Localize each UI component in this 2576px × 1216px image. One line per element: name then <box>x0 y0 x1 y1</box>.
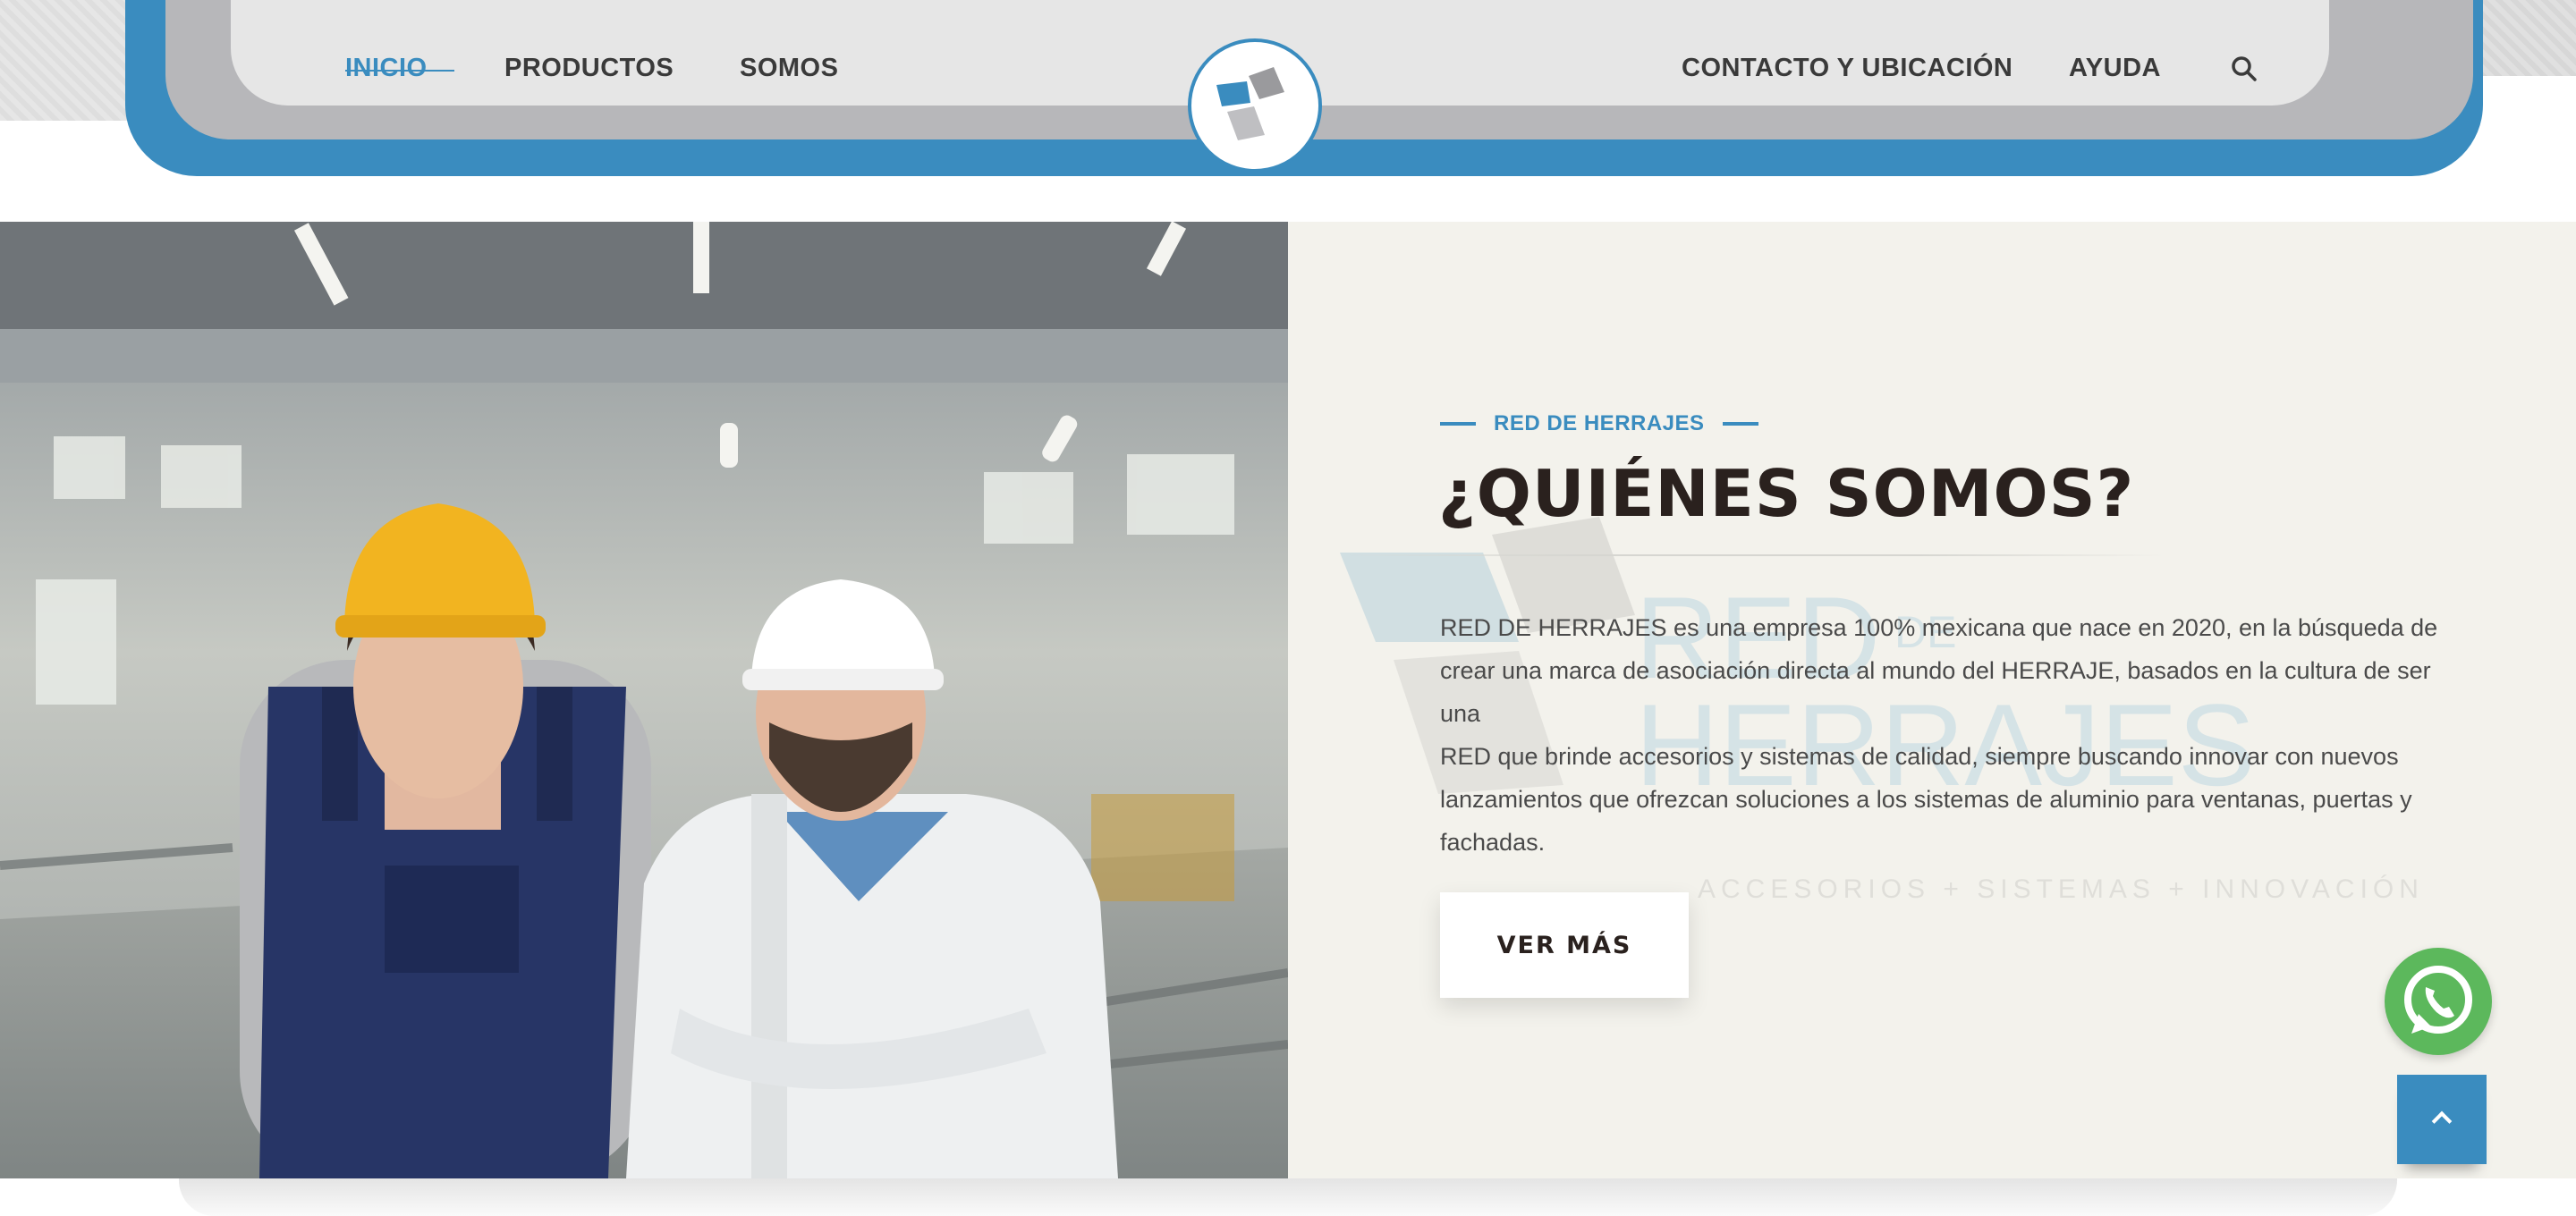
nav-item-inicio[interactable]: INICIO <box>345 54 454 83</box>
nav-item-ayuda[interactable]: AYUDA <box>2069 54 2161 83</box>
workers-photo <box>0 222 1288 1178</box>
active-underline <box>345 70 454 72</box>
section-eyebrow: RED DE HERRAJES <box>1440 411 1758 436</box>
watermark-tagline: ACCESORIOS + SISTEMAS + INNOVACIÓN <box>1698 874 2424 904</box>
nav-item-productos[interactable]: PRODUCTOS <box>504 54 674 83</box>
ver-mas-button[interactable]: VER MÁS <box>1440 892 1689 998</box>
section-title: ¿QUIÉNES SOMOS? <box>1438 456 2135 531</box>
red-de-herrajes-logo-icon <box>1216 67 1284 140</box>
nav-item-somos[interactable]: SOMOS <box>740 54 838 83</box>
whatsapp-icon <box>2404 966 2472 1034</box>
nav-item-label: INICIO <box>345 54 428 82</box>
search-icon[interactable] <box>2231 55 2258 82</box>
eyebrow-dash-right <box>1722 422 1758 426</box>
logo[interactable] <box>1188 38 1322 173</box>
next-section-shadow <box>179 1178 2397 1216</box>
nav-item-contacto[interactable]: CONTACTO Y UBICACIÓN <box>1682 54 2012 83</box>
next-section-edge <box>0 1178 2576 1216</box>
eyebrow-dash-left <box>1440 422 1476 426</box>
scroll-to-top-button[interactable] <box>2397 1075 2487 1164</box>
about-paragraph-2: RED que brinde accesorios y sistemas de … <box>1440 743 2412 856</box>
site-header: INICIO PRODUCTOS SOMOS CONTACTO Y UBICAC… <box>0 0 2576 222</box>
title-divider <box>1342 554 2165 556</box>
chevron-up-icon <box>2431 1110 2453 1132</box>
about-paragraph-1: RED DE HERRAJES es una empresa 100% mexi… <box>1440 614 2438 727</box>
about-content-panel: RED DE HERRAJES ACCESORIOS + SISTEMAS + … <box>1288 222 2576 1178</box>
eyebrow-label: RED DE HERRAJES <box>1494 411 1705 435</box>
about-section: RED DE HERRAJES ACCESORIOS + SISTEMAS + … <box>0 222 2576 1178</box>
whatsapp-button[interactable] <box>2385 948 2492 1055</box>
